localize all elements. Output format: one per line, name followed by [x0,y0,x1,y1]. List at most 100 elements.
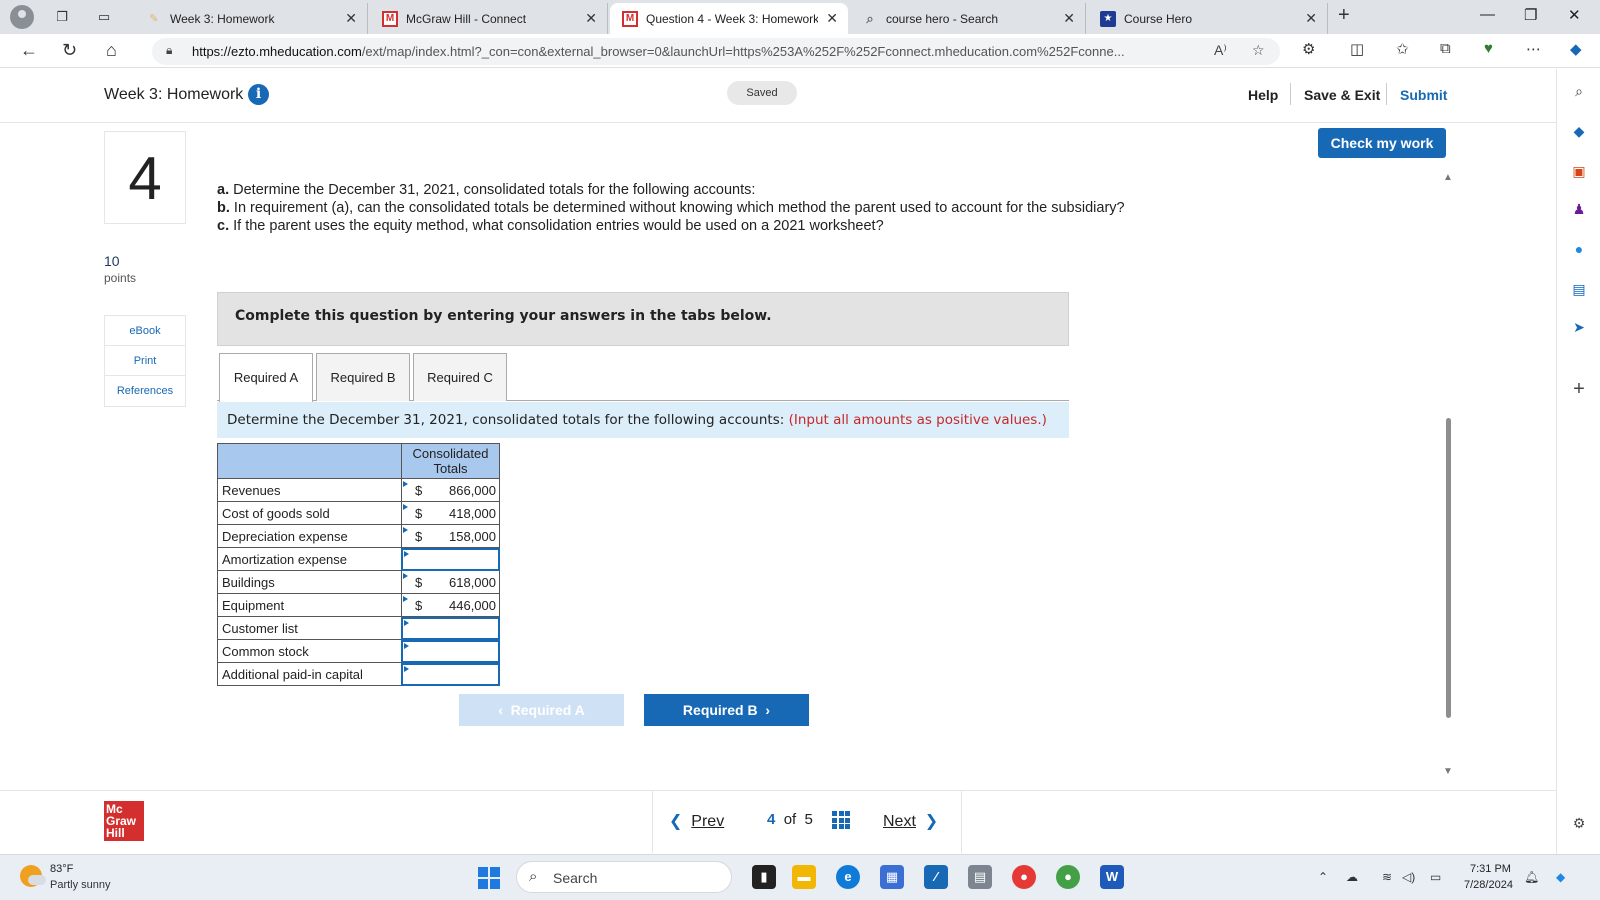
amount-input[interactable]: $418,000 [401,501,500,525]
close-icon[interactable]: ✕ [1063,10,1075,27]
minimize-icon[interactable]: — [1480,6,1495,23]
scroll-down-arrow-icon[interactable]: ▼ [1443,766,1453,777]
send-icon[interactable]: ➤ [1569,317,1589,337]
amount-input[interactable] [401,547,500,571]
copilot-icon[interactable]: ◆ [1570,40,1582,58]
more-menu-icon[interactable]: ⋯ [1526,40,1541,58]
volume-icon[interactable]: ◁) [1402,870,1415,884]
windows-start-icon[interactable] [478,867,500,889]
clock-time[interactable]: 7:31 PM [1470,863,1511,875]
store-icon[interactable]: ▦ [880,865,904,889]
games-icon[interactable]: ♟ [1569,199,1589,219]
clock-date[interactable]: 7/28/2024 [1464,879,1513,891]
new-tab-icon[interactable]: + [1338,4,1350,27]
next-requirement-button[interactable]: Required B › [644,694,809,726]
check-my-work-button[interactable]: Check my work [1318,128,1446,158]
chrome-icon[interactable]: ● [1012,865,1036,889]
close-icon[interactable]: ✕ [345,10,357,27]
restore-icon[interactable]: ❐ [1524,6,1537,24]
print-link[interactable]: Print [105,346,185,376]
account-label: Revenues [217,478,402,502]
shopping-tag-icon[interactable]: ◆ [1569,121,1589,141]
address-bar-row: ← ↻ ⌂ 🔒︎ https://ezto.mheducation.com/ex… [0,34,1600,68]
edge-browser-icon[interactable]: e [836,865,860,889]
browser-tab-coursehero-search[interactable]: ⌕ course hero - Search ✕ [850,3,1086,34]
table-row: Equipment $446,000 [217,593,500,617]
weather-description[interactable]: Partly sunny [50,879,111,891]
profile-avatar[interactable] [10,5,34,29]
home-icon[interactable]: ⌂ [106,40,117,61]
mathtype-icon[interactable]: ∕ [924,865,948,889]
toolbox-icon[interactable]: ▣ [1569,161,1589,181]
onedrive-icon[interactable]: ☁ [1346,870,1358,884]
address-bar[interactable]: 🔒︎ https://ezto.mheducation.com/ext/map/… [152,38,1280,65]
wifi-icon[interactable]: ≋ [1382,870,1392,884]
favorites-icon[interactable]: ✩ [1396,40,1409,58]
read-aloud-icon[interactable]: A⁾ [1214,42,1227,59]
back-arrow-icon[interactable]: ← [20,40,38,61]
question-number: 4 [104,131,186,224]
close-icon[interactable]: ✕ [826,10,838,27]
outlook-icon[interactable]: ▤ [1569,279,1589,299]
amount-input[interactable] [401,616,500,640]
save-exit-link[interactable]: Save & Exit [1304,87,1380,103]
add-sidebar-app-icon[interactable]: + [1569,379,1589,399]
chevron-left-icon: ‹ [498,702,503,718]
table-row: Common stock [217,639,500,663]
tray-chevron-up-icon[interactable]: ⌃ [1318,870,1328,884]
submit-link[interactable]: Submit [1400,87,1447,103]
tab-required-c[interactable]: Required C [413,353,507,401]
tab-required-b[interactable]: Required B [316,353,410,401]
task-view-icon[interactable]: ▮ [752,865,776,889]
taskbar-search[interactable]: ⌕ Search [516,861,732,893]
favorite-star-icon[interactable]: ☆ [1252,42,1265,59]
account-label: Amortization expense [217,547,402,571]
browser-tab-mcgraw-connect[interactable]: M McGraw Hill - Connect ✕ [370,3,608,34]
browser-tab-question4[interactable]: M Question 4 - Week 3: Homework ✕ [610,3,848,34]
extensions-icon[interactable]: ⚙ [1302,40,1315,58]
tab-actions-icon[interactable]: ▭ [94,7,114,27]
url-text: https://ezto.mheducation.com/ext/map/ind… [192,44,1125,59]
word-icon[interactable]: W [1100,865,1124,889]
browser-essentials-icon[interactable]: ♥ [1484,40,1493,57]
close-icon[interactable]: ✕ [1305,10,1317,27]
split-screen-icon[interactable]: ◫ [1350,40,1364,58]
next-question-link[interactable]: Next ❯ [883,811,938,831]
scroll-up-arrow-icon[interactable]: ▲ [1443,172,1453,183]
file-explorer-icon[interactable]: ▬ [792,865,816,889]
calculator-icon[interactable]: ▤ [968,865,992,889]
copilot-taskbar-icon[interactable]: ◆ [1556,870,1565,884]
window-close-icon[interactable]: ✕ [1568,6,1581,24]
info-icon[interactable]: i [248,84,269,105]
amount-input[interactable]: $866,000 [401,478,500,502]
copilot-sidebar-icon[interactable]: ● [1569,239,1589,259]
consolidated-totals-header: Consolidated Totals [401,443,500,479]
browser-tab-week3-homework[interactable]: ✎ Week 3: Homework ✕ [134,3,368,34]
amount-input[interactable]: $446,000 [401,593,500,617]
amount-input[interactable] [401,662,500,686]
amount-input[interactable] [401,639,500,663]
references-link[interactable]: References [105,376,185,406]
notification-bell-icon[interactable]: 🔔︎ [1524,870,1539,884]
collections-icon[interactable]: ⧉ [1440,40,1451,57]
ebook-link[interactable]: eBook [105,316,185,346]
workspaces-icon[interactable]: ❐ [52,7,72,27]
browser-tab-coursehero[interactable]: ★ Course Hero ✕ [1088,3,1328,34]
weather-temperature[interactable]: 83°F [50,863,73,875]
prev-question-link[interactable]: ❮ Prev [669,811,724,831]
amount-input[interactable]: $158,000 [401,524,500,548]
tab-required-a[interactable]: Required A [219,353,313,402]
close-icon[interactable]: ✕ [585,10,597,27]
scrollbar-thumb[interactable] [1446,418,1451,718]
tab-title: Course Hero [1124,11,1193,26]
search-icon[interactable]: ⌕ [1569,81,1589,101]
refresh-icon[interactable]: ↻ [62,40,77,61]
partly-sunny-icon[interactable] [20,865,46,887]
help-link[interactable]: Help [1248,87,1278,103]
amount-input[interactable]: $618,000 [401,570,500,594]
windows-taskbar: 83°F Partly sunny ⌕ Search ▮ ▬ e ▦ ∕ ▤ ●… [0,854,1600,900]
question-grid-icon[interactable] [832,811,850,829]
battery-icon[interactable]: ▭ [1430,870,1441,884]
chrome-profile-icon[interactable]: ● [1056,865,1080,889]
settings-gear-icon[interactable]: ⚙ [1569,813,1589,833]
